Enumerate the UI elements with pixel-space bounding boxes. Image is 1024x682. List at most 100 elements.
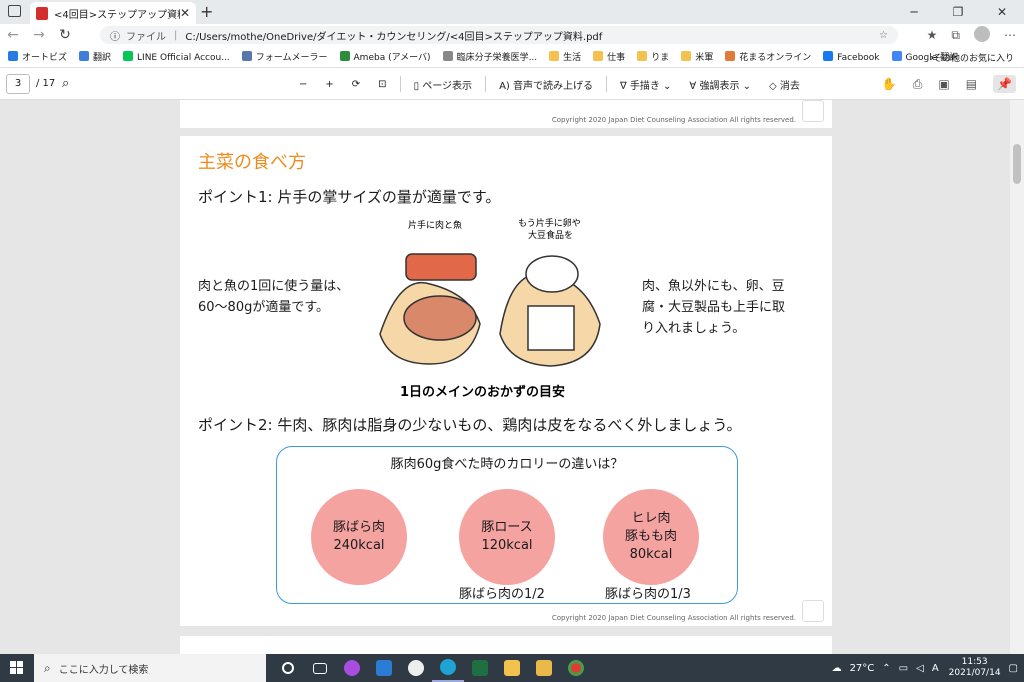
taskbar-search-placeholder: ここに入力して検索: [58, 664, 149, 676]
rotate-icon[interactable]: ⟳: [352, 79, 360, 90]
save-icon[interactable]: ▣: [938, 77, 949, 91]
draw-button[interactable]: ∇ 手描き ⌄: [620, 77, 671, 92]
cortana-icon[interactable]: [272, 654, 304, 682]
restore-icon[interactable]: ❐: [936, 5, 980, 19]
next-page: [180, 636, 832, 654]
more-menu-icon[interactable]: ⋯: [1004, 28, 1016, 42]
favorite-star-icon[interactable]: ☆: [879, 30, 888, 41]
tab-actions-icon[interactable]: [8, 5, 21, 17]
task-view-icon[interactable]: [304, 654, 336, 682]
favorite-item[interactable]: 花まるオンライン: [725, 50, 811, 63]
weather-temp[interactable]: 27°C: [850, 663, 875, 674]
favorite-item[interactable]: りま: [637, 50, 669, 63]
profile-avatar[interactable]: [974, 25, 990, 45]
calorie-comparison-box: 豚肉60g食べた時のカロリーの違いは？ 豚ばら肉 240kcal 豚ロース 12…: [276, 446, 738, 604]
favorite-icon: [823, 50, 834, 61]
minimize-icon[interactable]: ─: [892, 5, 936, 19]
network-icon[interactable]: ▭: [899, 663, 908, 674]
chevron-up-icon[interactable]: ⌃: [882, 663, 890, 674]
close-tab-icon[interactable]: ✕: [180, 6, 190, 20]
fit-page-icon[interactable]: ⊡: [378, 79, 386, 90]
page-total: / 17: [36, 78, 56, 89]
favorite-icon: [725, 51, 736, 61]
circle-label: 豚ロース: [481, 520, 533, 535]
clock-app-icon[interactable]: [400, 654, 432, 682]
edge-icon[interactable]: [432, 654, 464, 682]
back-icon[interactable]: ←: [0, 27, 26, 43]
favorites-icon[interactable]: ★: [927, 28, 938, 42]
clock[interactable]: 11:53 2021/07/14: [949, 657, 1001, 679]
favorite-label: 翻訳: [93, 53, 112, 63]
scrollbar-thumb[interactable]: [1013, 144, 1021, 184]
favorite-item[interactable]: オートビズ: [8, 50, 67, 63]
circle-kcal: 80kcal: [629, 547, 673, 562]
volume-icon[interactable]: ◁: [916, 663, 924, 674]
weather-icon[interactable]: ☁: [832, 663, 842, 674]
search-icon: ⌕: [44, 660, 51, 675]
other-favorites[interactable]: その他のお気に入り: [933, 51, 1014, 64]
association-logo: [802, 600, 824, 622]
search-icon[interactable]: ⌕: [62, 76, 69, 91]
illus-label-right-1: もう片手に卵や: [518, 217, 581, 229]
taskbar-apps: [272, 654, 592, 682]
url-field[interactable]: ⓘ ファイル | C:/Users/mothe/OneDrive/ダイエット・カ…: [100, 26, 898, 44]
pdf-file-icon: [36, 6, 48, 20]
save-as-icon[interactable]: ▤: [966, 77, 977, 91]
mail-icon[interactable]: [368, 654, 400, 682]
hand-icon[interactable]: ✋: [882, 77, 897, 91]
favorite-item[interactable]: 米軍: [681, 50, 713, 63]
pdf-toolbar: 3 / 17 ⌕ − + ⟳ ⊡ ▯ ページ表示 A) 音声で読み上げる ∇ 手…: [0, 68, 1024, 100]
favorite-item[interactable]: 生活: [549, 50, 581, 63]
favorite-icon: [681, 51, 692, 61]
browser-tab[interactable]: <4回目>ステップアップ資料.pdf ✕: [30, 2, 196, 24]
favorite-item[interactable]: LINE Official Accou...: [123, 50, 230, 63]
favorite-item[interactable]: Facebook: [823, 50, 880, 63]
calorie-circle-fillet: ヒレ肉 豚もも肉 80kcal: [603, 489, 699, 585]
system-tray: ☁ 27°C ⌃ ▭ ◁ A 11:53 2021/07/14 ▢: [824, 654, 1018, 682]
excel-icon[interactable]: [464, 654, 496, 682]
illus-label-left: 片手に肉と魚: [408, 219, 462, 231]
illus-label-right-2: 大豆食品を: [528, 229, 573, 241]
favorite-item[interactable]: Ameba (アメーバ): [339, 50, 431, 63]
taskbar: ⌕ ここに入力して検索 ☁ 27°C ⌃ ▭ ◁ A 11:53 2021/07…: [0, 654, 1024, 682]
new-tab-button[interactable]: +: [200, 2, 213, 21]
previous-page: Copyright 2020 Japan Diet Counseling Ass…: [180, 100, 832, 128]
favorite-label: LINE Official Accou...: [137, 52, 230, 63]
windows-start-icon[interactable]: [10, 661, 24, 675]
info-icon: ⓘ: [110, 31, 120, 43]
file-explorer-icon[interactable]: [496, 654, 528, 682]
favorite-icon: [123, 50, 134, 61]
page-view-button[interactable]: ▯ ページ表示: [414, 77, 473, 92]
collections-icon[interactable]: ⧉: [951, 28, 960, 43]
zoom-out-icon[interactable]: −: [299, 79, 307, 90]
favorite-item[interactable]: 仕事: [593, 50, 625, 63]
chrome-icon[interactable]: [560, 654, 592, 682]
favorite-item[interactable]: フォームメーラー: [241, 50, 328, 63]
favorite-item[interactable]: 臨床分子栄養医学...: [442, 50, 538, 63]
messenger-icon[interactable]: [336, 654, 368, 682]
erase-button[interactable]: ◇ 消去: [769, 77, 800, 92]
close-window-icon[interactable]: ✕: [980, 5, 1024, 19]
ime-indicator[interactable]: A: [932, 663, 939, 674]
scrollbar[interactable]: [1010, 100, 1024, 654]
taskbar-search[interactable]: ⌕ ここに入力して検索: [34, 654, 266, 682]
zoom-in-icon[interactable]: +: [325, 79, 333, 90]
read-aloud-button[interactable]: A) 音声で読み上げる: [499, 77, 593, 92]
favorite-label: 臨床分子栄養医学...: [456, 53, 538, 63]
favorite-icon: [549, 51, 560, 61]
favorite-label: 米軍: [695, 53, 714, 63]
notifications-icon[interactable]: ▢: [1009, 663, 1018, 674]
calorie-question: 豚肉60g食べた時のカロリーの違いは？: [390, 457, 624, 472]
section-title: 主菜の食べ方: [198, 152, 306, 173]
highlight-button[interactable]: ∀ 強調表示 ⌄: [689, 77, 751, 92]
forward-icon[interactable]: →: [26, 27, 52, 43]
calorie-circle-pork-loin: 豚ロース 120kcal: [459, 489, 555, 585]
print-icon[interactable]: ⎙: [913, 77, 923, 92]
point1-heading: ポイント1: 片手の掌サイズの量が適量です。: [198, 188, 501, 206]
refresh-icon[interactable]: ↻: [52, 27, 78, 43]
favorite-item[interactable]: 翻訳: [79, 50, 111, 63]
illus-caption: 1日のメインのおかずの目安: [400, 384, 565, 400]
paint-icon[interactable]: [528, 654, 560, 682]
page-number-input[interactable]: 3: [6, 74, 30, 94]
pin-toolbar-icon[interactable]: 📌: [993, 75, 1016, 93]
